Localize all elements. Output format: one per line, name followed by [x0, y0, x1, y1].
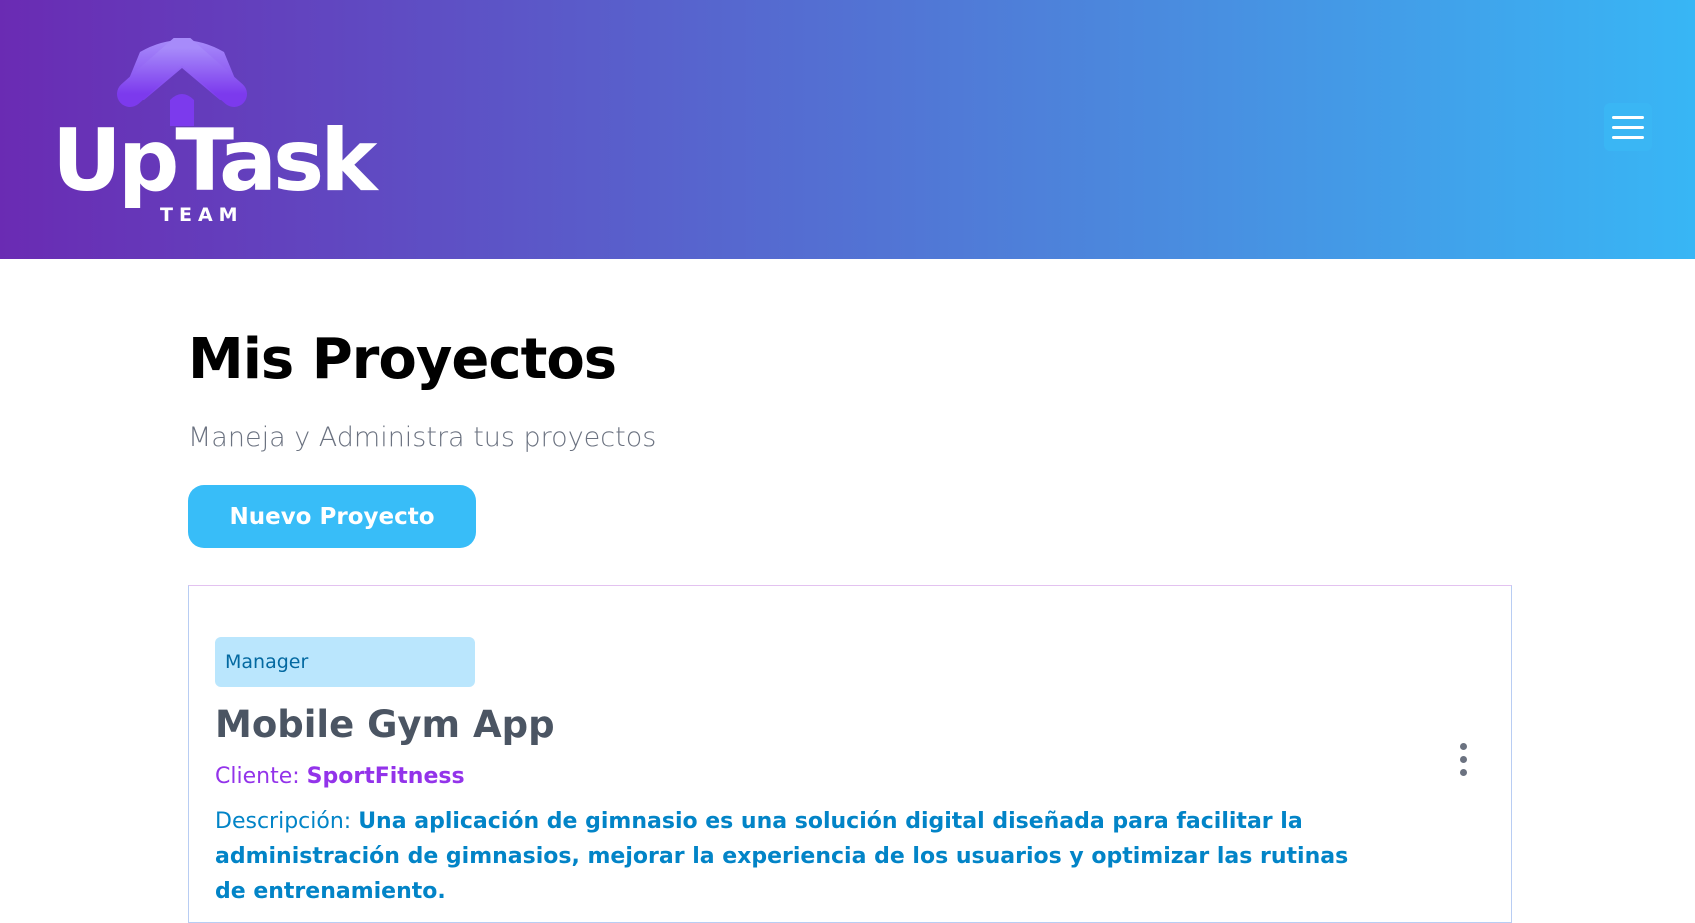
client-name: SportFitness [306, 764, 465, 789]
description-text: Una aplicación de gimnasio es una soluci… [215, 809, 1349, 904]
role-badge: Manager [215, 637, 475, 687]
hamburger-menu-icon-line [1612, 125, 1644, 129]
description-label: Descripción: [215, 809, 352, 834]
project-client: Cliente: SportFitness [215, 764, 465, 790]
hamburger-menu-button[interactable] [1604, 103, 1652, 151]
brand-tagline: TEAM [160, 204, 244, 226]
vertical-ellipsis-icon-dot [1459, 755, 1467, 763]
app-header: UpTask TEAM [0, 0, 1695, 259]
page-subtitle: Maneja y Administra tus proyectos [188, 422, 657, 453]
page-title: Mis Proyectos [188, 327, 617, 392]
project-options-button[interactable] [1451, 736, 1475, 782]
project-card: Manager Mobile Gym App Cliente: SportFit… [188, 585, 1512, 923]
vertical-ellipsis-icon [1459, 742, 1467, 750]
client-label: Cliente: [215, 764, 300, 789]
project-description: Descripción: Una aplicación de gimnasio … [215, 804, 1365, 909]
project-name-link[interactable]: Mobile Gym App [215, 706, 555, 743]
vertical-ellipsis-icon-dot [1459, 768, 1467, 776]
new-project-button[interactable]: Nuevo Proyecto [188, 485, 476, 548]
hamburger-menu-icon [1612, 115, 1644, 119]
hamburger-menu-icon-line [1612, 135, 1644, 139]
uptask-logo[interactable]: UpTask TEAM [52, 38, 377, 228]
brand-name: UpTask [52, 111, 377, 211]
